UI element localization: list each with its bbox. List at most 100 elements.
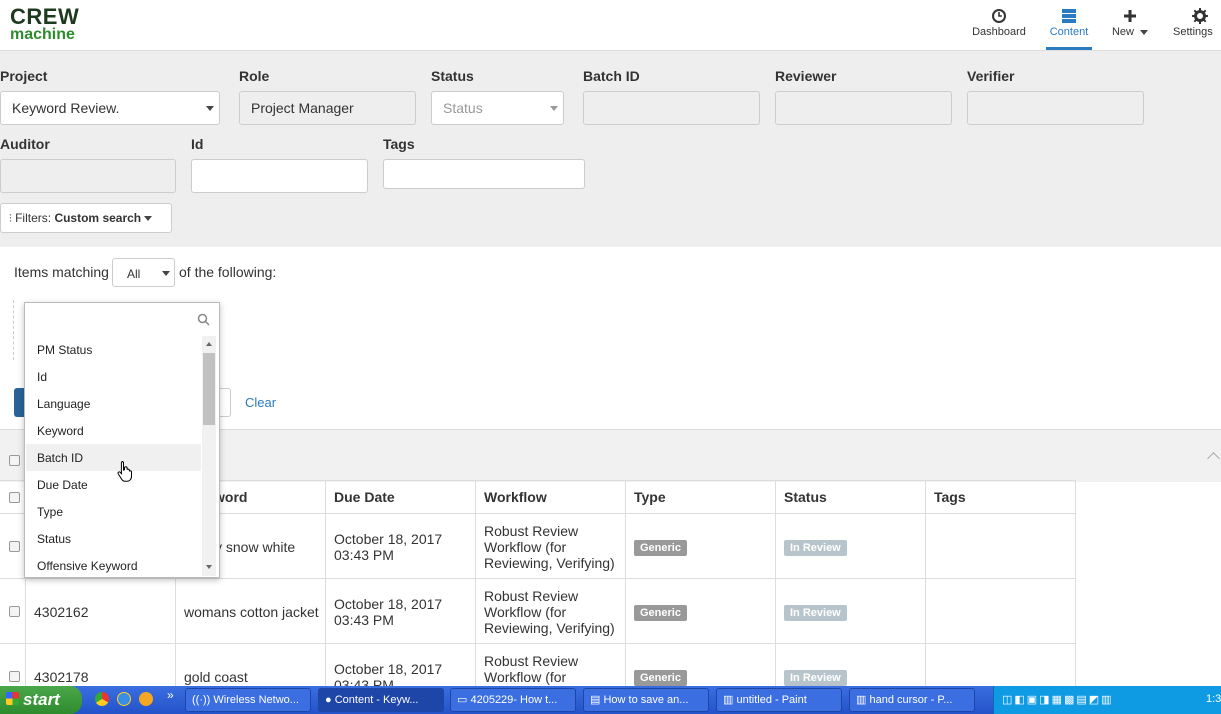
chrome-icon[interactable] — [95, 692, 109, 706]
logo-crew[interactable]: CREW — [10, 6, 79, 28]
project-select[interactable]: Keyword Review. — [0, 91, 220, 125]
dropdown-options: PM Status Id Language Keyword Batch ID D… — [25, 336, 201, 576]
scroll-down-icon[interactable] — [206, 565, 212, 569]
status-badge: In Review — [784, 605, 847, 621]
batch-id-field — [583, 91, 760, 125]
dropdown-option[interactable]: PM Status — [37, 343, 92, 357]
status-placeholder: Status — [443, 100, 483, 116]
windows-logo-icon — [6, 692, 19, 705]
column-header-workflow[interactable]: Workflow — [476, 481, 626, 514]
nav-settings-label: Settings — [1173, 26, 1213, 38]
clear-link[interactable]: Clear — [245, 395, 276, 410]
match-mode-select[interactable]: All — [112, 258, 175, 287]
project-value: Keyword Review. — [12, 100, 120, 116]
table-row[interactable]: 4302178 gold coast October 18, 2017 03:43… — [0, 643, 1076, 687]
scroll-up-icon[interactable] — [206, 342, 212, 346]
clock[interactable]: 1:3 — [1206, 693, 1221, 705]
row-id: 4302162 — [26, 579, 176, 644]
plus-icon — [1108, 8, 1152, 24]
ie-icon[interactable] — [117, 692, 131, 706]
column-header-due-date[interactable]: Due Date — [326, 481, 476, 514]
start-label: start — [23, 690, 60, 709]
type-badge: Generic — [634, 670, 687, 686]
row-due-date: October 18, 2017 03:43 PM — [326, 579, 476, 644]
table-row[interactable]: 4302162 womans cotton jacket October 18,… — [0, 578, 1076, 644]
system-tray: ◫◧▣◨▦▩▤◩▥ 1:3 — [993, 686, 1221, 714]
dropdown-option[interactable]: Due Date — [37, 478, 88, 492]
nav-settings[interactable]: Settings — [1170, 0, 1221, 50]
row-keyword: gold coast — [176, 644, 326, 687]
header-checkbox-cell — [0, 481, 26, 514]
column-header-status[interactable]: Status — [776, 481, 926, 514]
row-due-date: October 18, 2017 03:43 PM — [326, 514, 476, 579]
scrollbar-thumb[interactable] — [203, 353, 215, 425]
taskbar-task[interactable]: ((·)) Wireless Netwo... — [185, 688, 311, 712]
tags-input[interactable] — [383, 159, 585, 189]
logo-machine[interactable]: machine — [10, 27, 75, 43]
chevron-down-icon — [144, 216, 153, 222]
row-workflow: Robust Review Workflow (for Reviewing, Ver… — [476, 514, 626, 579]
taskbar-task[interactable]: ▥ hand cursor - P... — [849, 688, 975, 712]
taskbar-task[interactable]: ▤ How to save an... — [583, 688, 709, 712]
reviewer-field — [775, 91, 952, 125]
collapse-icon[interactable] — [1207, 452, 1220, 465]
hand-cursor-icon — [116, 460, 136, 485]
word-icon: ▤ — [590, 694, 601, 706]
messenger-icon[interactable] — [139, 692, 153, 706]
status-select[interactable]: Status — [431, 91, 564, 125]
dropdown-option[interactable]: Type — [37, 505, 63, 519]
verifier-field — [967, 91, 1144, 125]
dropdown-option[interactable]: Offensive Keyword — [37, 559, 138, 573]
nav-dashboard-label: Dashboard — [972, 26, 1026, 38]
column-header-type[interactable]: Type — [626, 481, 776, 514]
verifier-label: Verifier — [967, 68, 1015, 84]
id-label: Id — [191, 136, 204, 152]
filters-button[interactable]: ⫶ Filters: Custom search — [0, 203, 172, 233]
clock-icon — [968, 8, 1030, 24]
dropdown-search-input[interactable] — [26, 304, 216, 336]
taskbar-task-active[interactable]: ● Content - Keyw... — [318, 688, 444, 712]
row-workflow: Robust Review Workflow (for — [476, 644, 626, 687]
dropdown-option[interactable]: Id — [37, 370, 47, 384]
nav-content-label: Content — [1049, 26, 1089, 38]
status-badge: In Review — [784, 540, 847, 556]
dropdown-option[interactable]: Status — [37, 532, 71, 546]
status-label: Status — [431, 68, 474, 84]
chevron-down-icon — [206, 106, 214, 111]
row-keyword: womans cotton jacket — [176, 579, 326, 644]
start-button[interactable]: start — [0, 686, 82, 714]
status-badge: In Review — [784, 670, 847, 686]
dropdown-option[interactable]: Keyword — [37, 424, 84, 438]
reviewer-label: Reviewer — [775, 68, 837, 84]
taskbar-task[interactable]: ▥ untitled - Paint — [716, 688, 842, 712]
tray-icons[interactable]: ◫◧▣◨▦▩▤◩▥ — [1002, 693, 1114, 706]
nav-content[interactable]: Content — [1046, 0, 1092, 50]
paint-icon: ▥ — [856, 694, 867, 706]
dropdown-scrollbar[interactable] — [202, 336, 216, 576]
row-workflow: Robust Review Workflow (for Reviewing, Ver… — [476, 579, 626, 644]
folder-icon: ▭ — [457, 694, 468, 706]
dropdown-option[interactable]: Batch ID — [37, 451, 83, 465]
column-header-tags[interactable]: Tags — [926, 481, 1076, 514]
dropdown-option[interactable]: Language — [37, 397, 90, 411]
role-value: Project Manager — [251, 100, 354, 116]
nav-dashboard[interactable]: Dashboard — [968, 0, 1030, 50]
server-icon — [1046, 8, 1092, 24]
quicklaunch-expand-icon[interactable]: » — [167, 688, 174, 702]
header-checkbox[interactable] — [9, 492, 20, 503]
type-badge: Generic — [634, 540, 687, 556]
top-navbar: CREW machine Dashboard Content New Setti… — [0, 0, 1221, 51]
match-mode-value: All — [127, 267, 141, 281]
search-icon — [197, 313, 210, 329]
nav-new[interactable]: New — [1108, 0, 1152, 50]
id-input[interactable] — [191, 159, 368, 193]
nav-new-label: New — [1111, 26, 1134, 38]
chevron-down-icon — [1140, 29, 1149, 35]
select-all-checkbox[interactable] — [9, 455, 20, 466]
row-checkbox[interactable] — [9, 606, 20, 617]
row-checkbox[interactable] — [9, 671, 20, 682]
taskbar-task[interactable]: ▭ 4205229- How t... — [450, 688, 576, 712]
row-tags — [926, 644, 1076, 687]
gear-icon — [1192, 8, 1221, 24]
row-checkbox[interactable] — [9, 541, 20, 552]
